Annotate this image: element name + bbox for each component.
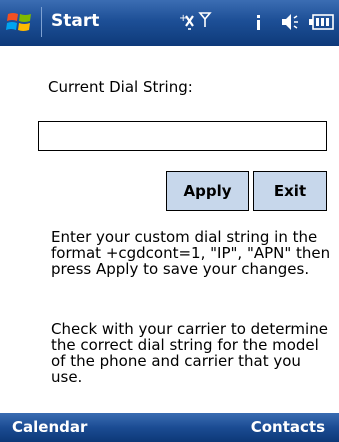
carrier-note-text: Check with your carrier to determine the… [51,320,328,386]
connectivity-icon[interactable]: + [178,10,214,34]
dial-string-input[interactable] [38,121,327,151]
notification-icon[interactable] [254,10,264,34]
windows-flag-icon[interactable] [6,9,32,35]
instructions-text: Enter your custom dial string in the for… [51,228,331,278]
battery-icon[interactable] [308,10,334,34]
volume-icon[interactable] [280,10,304,34]
svg-text:+: + [179,13,187,24]
title-separator [41,7,42,37]
title-bar: Start + [0,0,339,46]
softkey-contacts[interactable]: Contacts [251,413,325,442]
soft-key-bar: Calendar Contacts [0,413,339,442]
exit-button[interactable]: Exit [253,171,327,211]
softkey-calendar[interactable]: Calendar [12,413,87,442]
dial-string-label: Current Dial String: [48,78,193,96]
apply-button[interactable]: Apply [166,171,249,211]
title-start[interactable]: Start [51,9,99,33]
